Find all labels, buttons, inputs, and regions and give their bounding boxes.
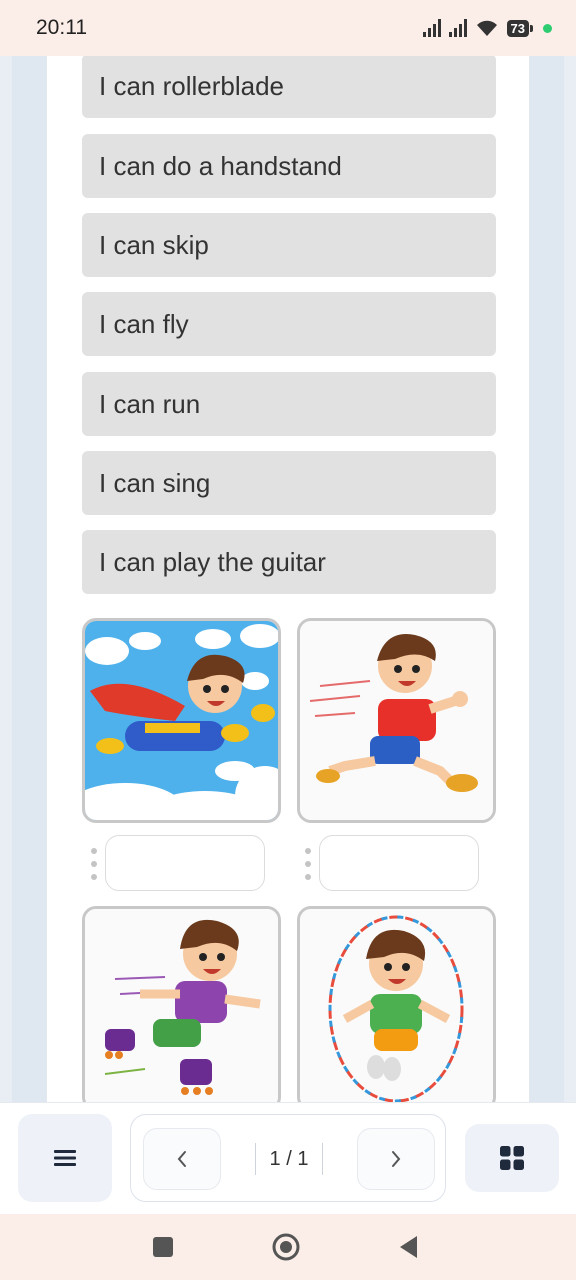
- chevron-right-icon: [392, 1151, 401, 1167]
- superhero-flying-boy-icon: [85, 621, 278, 820]
- option-card[interactable]: I can sing: [82, 451, 496, 515]
- battery-icon: 73: [506, 19, 534, 37]
- grid-icon: [500, 1146, 524, 1170]
- menu-button[interactable]: [18, 1114, 112, 1202]
- answer-drop-box[interactable]: [105, 835, 265, 891]
- recents-button[interactable]: [148, 1232, 178, 1262]
- option-label: I can fly: [99, 308, 189, 339]
- prev-page-button[interactable]: [143, 1128, 221, 1190]
- option-label: I can play the guitar: [99, 546, 326, 577]
- image-card[interactable]: [297, 618, 496, 823]
- wifi-icon: [476, 20, 497, 36]
- option-label: I can do a handstand: [99, 150, 342, 181]
- status-bar: 20:11 73: [0, 0, 576, 56]
- grid-view-button[interactable]: [465, 1124, 559, 1192]
- option-card[interactable]: I can play the guitar: [82, 530, 496, 594]
- privacy-dot-icon: [543, 23, 552, 33]
- option-card[interactable]: I can skip: [82, 213, 496, 277]
- option-card[interactable]: I can rollerblade: [82, 56, 496, 118]
- signal-icon: [422, 19, 441, 37]
- system-nav-bar: [0, 1214, 576, 1280]
- option-label: I can run: [99, 388, 201, 419]
- option-label: I can rollerblade: [99, 70, 284, 101]
- next-page-button[interactable]: [357, 1128, 435, 1190]
- image-card[interactable]: [297, 906, 496, 1102]
- option-card[interactable]: I can do a handstand: [82, 134, 496, 198]
- clock: 20:11: [36, 16, 87, 39]
- square-icon: [153, 1237, 173, 1257]
- signal-icon: [448, 19, 467, 37]
- worksheet: I can rollerblade I can do a handstand I…: [46, 56, 530, 1102]
- running-boy-icon: [300, 621, 493, 820]
- back-button[interactable]: [394, 1232, 424, 1262]
- back-triangle-icon: [400, 1236, 417, 1258]
- skipping-rope-boy-icon: [300, 909, 493, 1102]
- rollerblading-boy-icon: [85, 909, 278, 1102]
- option-card[interactable]: I can run: [82, 372, 496, 436]
- home-button[interactable]: [271, 1232, 301, 1262]
- page-indicator: 1 / 1: [255, 1143, 323, 1175]
- image-card[interactable]: [82, 618, 281, 823]
- option-label: I can skip: [99, 229, 209, 260]
- chevron-left-icon: [177, 1151, 186, 1167]
- status-icons: 73: [422, 19, 552, 37]
- answer-drop-box[interactable]: [319, 835, 479, 891]
- image-card[interactable]: [82, 906, 281, 1102]
- home-circle-icon: [272, 1233, 300, 1261]
- hamburger-menu-icon: [54, 1150, 76, 1166]
- worksheet-viewport[interactable]: I can rollerblade I can do a handstand I…: [12, 56, 564, 1102]
- drag-handle-icon[interactable]: [89, 848, 99, 880]
- option-label: I can sing: [99, 467, 211, 498]
- option-card[interactable]: I can fly: [82, 292, 496, 356]
- pager: 1 / 1: [130, 1114, 446, 1202]
- bottom-toolbar: 1 / 1: [0, 1102, 576, 1214]
- drag-handle-icon[interactable]: [303, 848, 313, 880]
